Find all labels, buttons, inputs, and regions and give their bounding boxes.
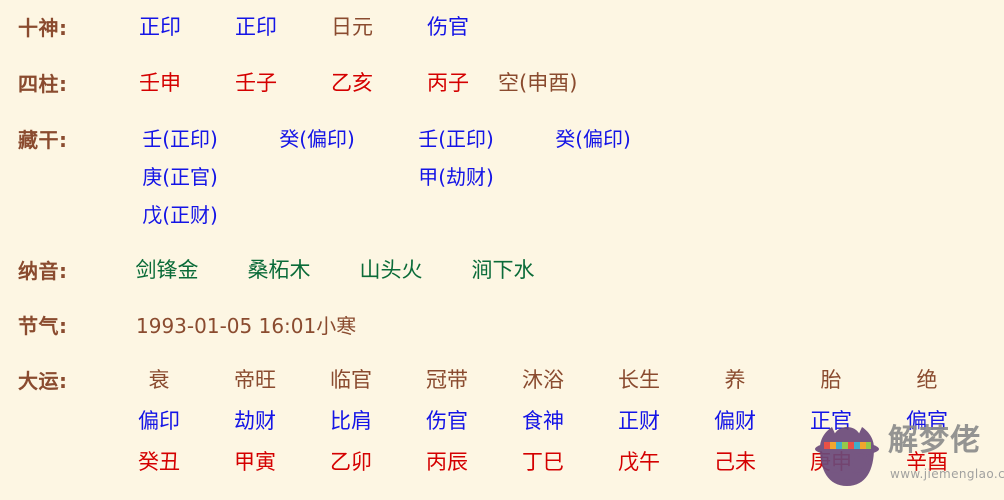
luck-god-4: 伤官 xyxy=(426,409,468,433)
cat-logo-icon xyxy=(815,427,879,486)
luck-stage-4: 冠带 xyxy=(426,368,468,392)
luck-god-6: 正财 xyxy=(618,409,660,433)
ten-god-year: 正印 xyxy=(139,15,181,39)
nayin-hour: 涧下水 xyxy=(471,258,535,282)
void-branches: 空(申酉) xyxy=(498,71,578,95)
row-label-ten-gods: 十神: xyxy=(18,16,68,40)
luck-stage-5: 沐浴 xyxy=(522,368,564,392)
luck-stage-3: 临官 xyxy=(330,368,372,392)
ten-god-hour: 伤官 xyxy=(427,15,469,39)
luck-stage-8: 胎 xyxy=(820,368,842,392)
pillar-hour: 丙子 xyxy=(427,71,469,95)
hidden-stem-year-2: 庚(正官) xyxy=(142,165,218,189)
row-label-luck-cycles: 大运: xyxy=(18,369,68,393)
watermark-url: www.jiemenglao.com xyxy=(890,467,1004,481)
watermark-brand: 解梦佬 xyxy=(888,423,981,458)
pillar-year: 壬申 xyxy=(139,71,181,95)
luck-stage-2: 帝旺 xyxy=(234,368,276,392)
hidden-stem-day-2: 甲(劫财) xyxy=(418,165,494,189)
hidden-stem-year-3: 戊(正财) xyxy=(142,203,218,227)
watermark: 解梦佬 www.jiemenglao.com xyxy=(806,420,1004,496)
luck-god-7: 偏财 xyxy=(714,409,756,433)
hidden-stem-day-1: 壬(正印) xyxy=(418,127,494,151)
luck-pillar-6: 戊午 xyxy=(618,450,660,474)
row-label-four-pillars: 四柱: xyxy=(18,72,68,96)
luck-stage-7: 养 xyxy=(724,368,746,392)
nayin-month: 桑柘木 xyxy=(247,258,311,282)
luck-stage-1: 衰 xyxy=(148,368,170,392)
luck-pillar-7: 己未 xyxy=(714,450,756,474)
luck-god-5: 食神 xyxy=(522,409,564,433)
ten-god-month: 正印 xyxy=(235,15,277,39)
luck-god-2: 劫财 xyxy=(234,409,276,433)
luck-pillar-1: 癸丑 xyxy=(138,450,180,474)
solar-term-value: 1993-01-05 16:01小寒 xyxy=(136,314,357,338)
hidden-stem-month-1: 癸(偏印) xyxy=(279,127,355,151)
luck-stage-6: 长生 xyxy=(618,368,660,392)
luck-god-3: 比肩 xyxy=(330,409,372,433)
luck-stage-9: 绝 xyxy=(916,368,938,392)
pillar-day: 乙亥 xyxy=(331,71,373,95)
row-label-solar-term: 节气: xyxy=(18,314,68,338)
luck-pillar-3: 乙卯 xyxy=(330,450,372,474)
ten-god-day: 日元 xyxy=(331,15,373,39)
bazi-chart-sheet: 十神: 正印 正印 日元 伤官 四柱: 壬申 壬子 乙亥 丙子 空(申酉) 藏干… xyxy=(0,0,1004,500)
luck-pillar-2: 甲寅 xyxy=(234,450,276,474)
luck-god-1: 偏印 xyxy=(138,409,180,433)
pillar-month: 壬子 xyxy=(235,71,277,95)
nayin-day: 山头火 xyxy=(359,258,423,282)
luck-pillar-5: 丁巳 xyxy=(522,450,564,474)
hidden-stem-year-1: 壬(正印) xyxy=(142,127,218,151)
hidden-stem-hour-1: 癸(偏印) xyxy=(555,127,631,151)
row-label-nayin: 纳音: xyxy=(18,259,68,283)
luck-pillar-4: 丙辰 xyxy=(426,450,468,474)
nayin-year: 剑锋金 xyxy=(135,258,199,282)
row-label-hidden-stems: 藏干: xyxy=(18,128,68,152)
